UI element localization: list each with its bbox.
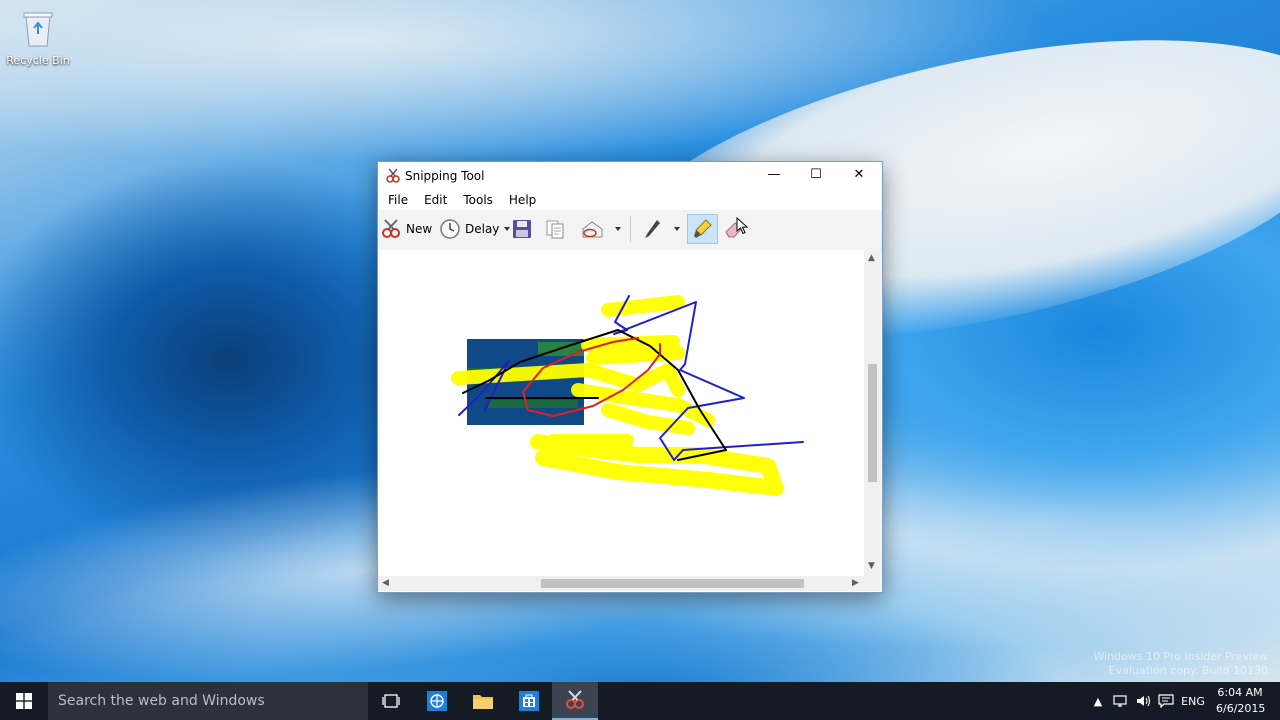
- eraser-tool-button[interactable]: [722, 214, 748, 244]
- toolbar-separator: [630, 216, 631, 242]
- maximize-button[interactable]: ☐: [794, 162, 838, 186]
- close-button[interactable]: ✕: [837, 162, 881, 186]
- save-snip-button[interactable]: [511, 214, 533, 244]
- mouse-cursor-icon: [736, 217, 748, 235]
- vertical-scroll-thumb[interactable]: [868, 364, 877, 482]
- send-dropdown-icon[interactable]: [615, 227, 621, 231]
- notification-icon: [1158, 694, 1174, 708]
- watermark-line-2: Evaluation copy. Build 10130: [1108, 664, 1268, 677]
- clock-date: 6/6/2015: [1216, 702, 1266, 715]
- send-snip-button[interactable]: [580, 214, 621, 244]
- delay-label: Delay: [465, 222, 500, 236]
- recycle-bin-shortcut[interactable]: Recycle Bin: [6, 8, 70, 67]
- action-center-button[interactable]: [1156, 682, 1176, 720]
- build-watermark: Windows 10 Pro Insider Preview Evaluatio…: [1093, 650, 1268, 678]
- store-icon: [519, 691, 539, 711]
- scissors-icon: [382, 219, 400, 238]
- new-label: New: [406, 222, 433, 236]
- clock-icon: [440, 219, 460, 239]
- network-icon: [1113, 695, 1127, 707]
- vertical-scrollbar[interactable]: ▲ ▼: [864, 250, 881, 576]
- scroll-up-icon[interactable]: ▲: [868, 253, 875, 263]
- highlighter-icon: [693, 219, 712, 238]
- windows-logo-icon: [16, 693, 32, 709]
- delay-dropdown-icon[interactable]: [504, 227, 511, 231]
- highlighter-tool-button[interactable]: [687, 214, 718, 244]
- snipping-tool-app-icon: [386, 168, 400, 183]
- save-icon: [513, 220, 531, 238]
- show-hidden-icons-button[interactable]: ▲: [1090, 682, 1106, 720]
- copy-button[interactable]: [544, 214, 566, 244]
- snipping-tool-taskbar-icon: [566, 690, 584, 709]
- title-bar[interactable]: Snipping Tool — ☐ ✕: [378, 162, 882, 190]
- recycle-bin-label: Recycle Bin: [6, 54, 70, 67]
- new-snip-button[interactable]: New: [380, 214, 432, 244]
- send-snip-icon: [582, 221, 603, 238]
- store-taskbar-button[interactable]: [506, 682, 552, 720]
- search-box[interactable]: Search the web and Windows: [48, 682, 368, 720]
- language-label: ENG: [1181, 694, 1205, 708]
- system-clock[interactable]: 6:04 AM 6/6/2015: [1216, 685, 1266, 717]
- task-view-button[interactable]: [368, 682, 414, 720]
- menu-bar: File Edit Tools Help: [378, 190, 882, 210]
- internet-browser-icon: [427, 691, 447, 711]
- copy-icon: [546, 220, 564, 239]
- menu-edit[interactable]: Edit: [416, 193, 455, 207]
- folder-icon: [473, 695, 493, 709]
- watermark-line-1: Windows 10 Pro Insider Preview: [1093, 650, 1268, 663]
- file-explorer-taskbar-button[interactable]: [460, 682, 506, 720]
- pen-dropdown-icon[interactable]: [674, 227, 680, 231]
- search-placeholder: Search the web and Windows: [58, 693, 265, 709]
- snipping-tool-window: Snipping Tool — ☐ ✕ File Edit Tools Help…: [377, 161, 883, 593]
- snip-canvas[interactable]: [378, 250, 864, 576]
- recycle-bin-icon: [23, 12, 53, 47]
- speaker-icon: [1137, 695, 1151, 707]
- chevron-up-icon: ▲: [1093, 694, 1103, 708]
- scroll-right-icon[interactable]: ▶: [852, 578, 859, 588]
- snip-markup-drawing: [451, 295, 804, 496]
- pen-tool-button[interactable]: [642, 214, 680, 244]
- minimize-button[interactable]: —: [752, 162, 796, 186]
- toolbar: New Delay: [378, 210, 882, 251]
- menu-help[interactable]: Help: [501, 193, 544, 207]
- clock-time: 6:04 AM: [1217, 686, 1263, 699]
- scroll-down-icon[interactable]: ▼: [868, 561, 875, 571]
- pen-icon: [645, 220, 660, 238]
- taskbar: Search the web and Windows ▲ ENG 6:04 AM…: [0, 682, 1280, 720]
- scroll-left-icon[interactable]: ◀: [382, 578, 389, 588]
- task-view-icon: [382, 694, 400, 708]
- input-language-indicator[interactable]: ENG: [1178, 682, 1208, 720]
- horizontal-scroll-thumb[interactable]: [541, 579, 804, 588]
- edge-taskbar-button[interactable]: [414, 682, 460, 720]
- menu-tools[interactable]: Tools: [455, 193, 501, 207]
- menu-file[interactable]: File: [380, 193, 416, 207]
- delay-button[interactable]: Delay: [439, 214, 511, 244]
- window-title: Snipping Tool: [405, 169, 485, 183]
- network-tray-button[interactable]: [1110, 682, 1132, 720]
- scrollbar-corner: [864, 576, 881, 591]
- horizontal-scrollbar[interactable]: ◀ ▶: [378, 576, 864, 591]
- volume-tray-button[interactable]: [1134, 682, 1154, 720]
- snipping-tool-taskbar-button[interactable]: [552, 682, 598, 720]
- start-button[interactable]: [0, 682, 48, 720]
